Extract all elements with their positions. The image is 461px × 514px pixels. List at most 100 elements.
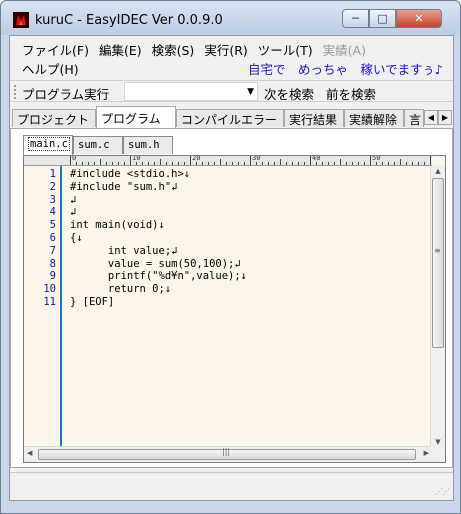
maximize-button[interactable]: □ [369, 9, 396, 28]
ruler-tick [226, 162, 227, 165]
ruler-tick [232, 162, 233, 165]
ruler-tick [148, 162, 149, 165]
ruler-tick [292, 162, 293, 165]
line-number-gutter: 1 2 3 4 5 6 7 8 9 10 11 [24, 166, 62, 446]
ruler-tick [160, 159, 161, 165]
file-tab-sum-h[interactable]: sum.h [123, 136, 173, 154]
tab-run-result[interactable]: 実行結果 [284, 109, 344, 127]
menu-achievements: 実績(A) [322, 43, 366, 58]
file-tab-main-label: main.c [28, 137, 70, 151]
line-number: 2 [49, 180, 56, 193]
ruler-tick [280, 159, 281, 165]
scroll-left-icon[interactable]: ◀ [27, 449, 32, 457]
ruler-tick [184, 162, 185, 165]
find-prev-button[interactable]: 前を検索 [326, 84, 376, 103]
ruler-tick [286, 162, 287, 165]
ruler-tick [214, 162, 215, 165]
line-number: 10 [43, 283, 56, 296]
ruler-tick [334, 162, 335, 165]
code-line[interactable]: return 0;↓ [70, 283, 171, 295]
tab-achievement-unlock[interactable]: 実績解除 [344, 109, 404, 127]
program-panel: main.c sum.c sum.h 0 10 20 30 40 50 123456789… [10, 128, 453, 468]
tab-project[interactable]: プロジェクト [12, 109, 96, 127]
find-next-button[interactable]: 次を検索 [264, 84, 314, 103]
scroll-up-icon[interactable]: ▲ [433, 167, 443, 175]
code-editor[interactable]: 0 10 20 30 40 50 1 2 3 4 5 6 7 8 9 10 11 #include <stdi… [23, 155, 446, 463]
scroll-right-icon[interactable]: ▶ [424, 449, 429, 457]
ruler-number: 20 [192, 156, 201, 162]
vertical-scroll-thumb[interactable] [432, 178, 444, 348]
ruler-tick [220, 159, 221, 165]
status-bar: ⋰⋰ [10, 472, 453, 500]
title-bar[interactable]: kuruC - EasyIDEC Ver 0.0.9.0 ─ □ ✕ [1, 1, 460, 35]
file-tab-sum-c[interactable]: sum.c [73, 136, 123, 154]
tab-compile-errors[interactable]: コンパイルエラー [176, 109, 284, 127]
code-line[interactable]: ↲ [70, 206, 76, 218]
ruler-number: 50 [372, 156, 381, 162]
code-line[interactable]: } [EOF] [70, 296, 114, 308]
menu-search[interactable]: 検索(S) [152, 40, 195, 60]
vertical-scrollbar[interactable]: ▲ ≡ ▼ [430, 166, 445, 447]
ruler-tick [202, 162, 203, 165]
ruler-tick [418, 162, 419, 165]
ruler-tick [310, 156, 311, 165]
ruler-tick [196, 162, 197, 165]
size-grip-icon[interactable]: ⋰⋰ [435, 487, 450, 496]
ruler-tick [268, 162, 269, 165]
ruler-tick [244, 162, 245, 165]
ruler-tick [76, 162, 77, 165]
ruler-tick [298, 162, 299, 165]
code-line[interactable]: int value;↲ [70, 245, 178, 257]
tab-program[interactable]: プログラム [96, 106, 176, 128]
tab-scroll-left-icon[interactable]: ◀ [424, 110, 438, 125]
ruler-tick [262, 162, 263, 165]
ruler-tick [346, 162, 347, 165]
horizontal-scrollbar[interactable]: ◀ ||| ▶ [24, 446, 432, 462]
ruler-tick [376, 162, 377, 165]
toolbar: プログラム実行 ▼ 次を検索 前を検索 [10, 80, 453, 102]
run-program-button[interactable]: プログラム実行 [22, 84, 109, 103]
menu-row-1: ファイル(F) 編集(E) 検索(S) 実行(R) ツール(T) 実績(A) [22, 40, 366, 60]
ruler-tick [136, 162, 137, 165]
code-line[interactable]: #include <stdio.h>↓ [70, 168, 190, 180]
ruler-tick [400, 159, 401, 165]
search-combo[interactable]: ▼ [124, 82, 258, 101]
code-line[interactable]: printf("%d¥n",value);↓ [70, 270, 247, 282]
tab-scroll-right-icon[interactable]: ▶ [438, 110, 452, 125]
file-tab-main[interactable]: main.c [23, 135, 73, 155]
code-line[interactable]: {↓ [70, 232, 83, 244]
window-title: kuruC - EasyIDEC Ver 0.0.9.0 [35, 13, 223, 28]
menu-edit[interactable]: 編集(E) [99, 40, 142, 60]
scroll-corner [430, 446, 445, 462]
minimize-button[interactable]: ─ [342, 9, 369, 28]
ruler-tick [178, 162, 179, 165]
ruler-tick [190, 156, 191, 165]
ruler-number: 40 [312, 156, 321, 162]
ruler-tick [88, 162, 89, 165]
menu-run[interactable]: 実行(R) [204, 40, 247, 60]
ruler-tick [322, 162, 323, 165]
close-button[interactable]: ✕ [396, 9, 442, 28]
chevron-down-icon[interactable]: ▼ [247, 87, 254, 97]
ruler-tick [328, 162, 329, 165]
ruler-number: 10 [132, 156, 141, 162]
code-line[interactable]: #include "sum.h"↲ [70, 181, 177, 193]
menu-tools[interactable]: ツール(T) [258, 40, 313, 60]
menu-file[interactable]: ファイル(F) [22, 40, 89, 60]
ruler-tick [208, 162, 209, 165]
ruler-tick [274, 162, 275, 165]
ruler-tick [340, 159, 341, 165]
app-window: kuruC - EasyIDEC Ver 0.0.9.0 ─ □ ✕ ファイル(… [0, 0, 461, 514]
code-line[interactable]: value = sum(50,100);↲ [70, 258, 241, 270]
ruler-tick [100, 159, 101, 165]
ruler-tick [382, 162, 383, 165]
scroll-down-icon[interactable]: ▼ [433, 438, 443, 446]
ruler-tick [70, 156, 71, 165]
menu-help[interactable]: ヘルプ(H) [22, 59, 79, 79]
tab-overflow[interactable]: 言 [404, 109, 424, 127]
code-line[interactable]: int main(void)↓ [70, 219, 165, 231]
toolbar-grip[interactable] [14, 85, 17, 99]
code-line[interactable]: ↲ [70, 194, 76, 206]
ruler-tick [130, 156, 131, 165]
line-number: 4 [49, 206, 56, 219]
